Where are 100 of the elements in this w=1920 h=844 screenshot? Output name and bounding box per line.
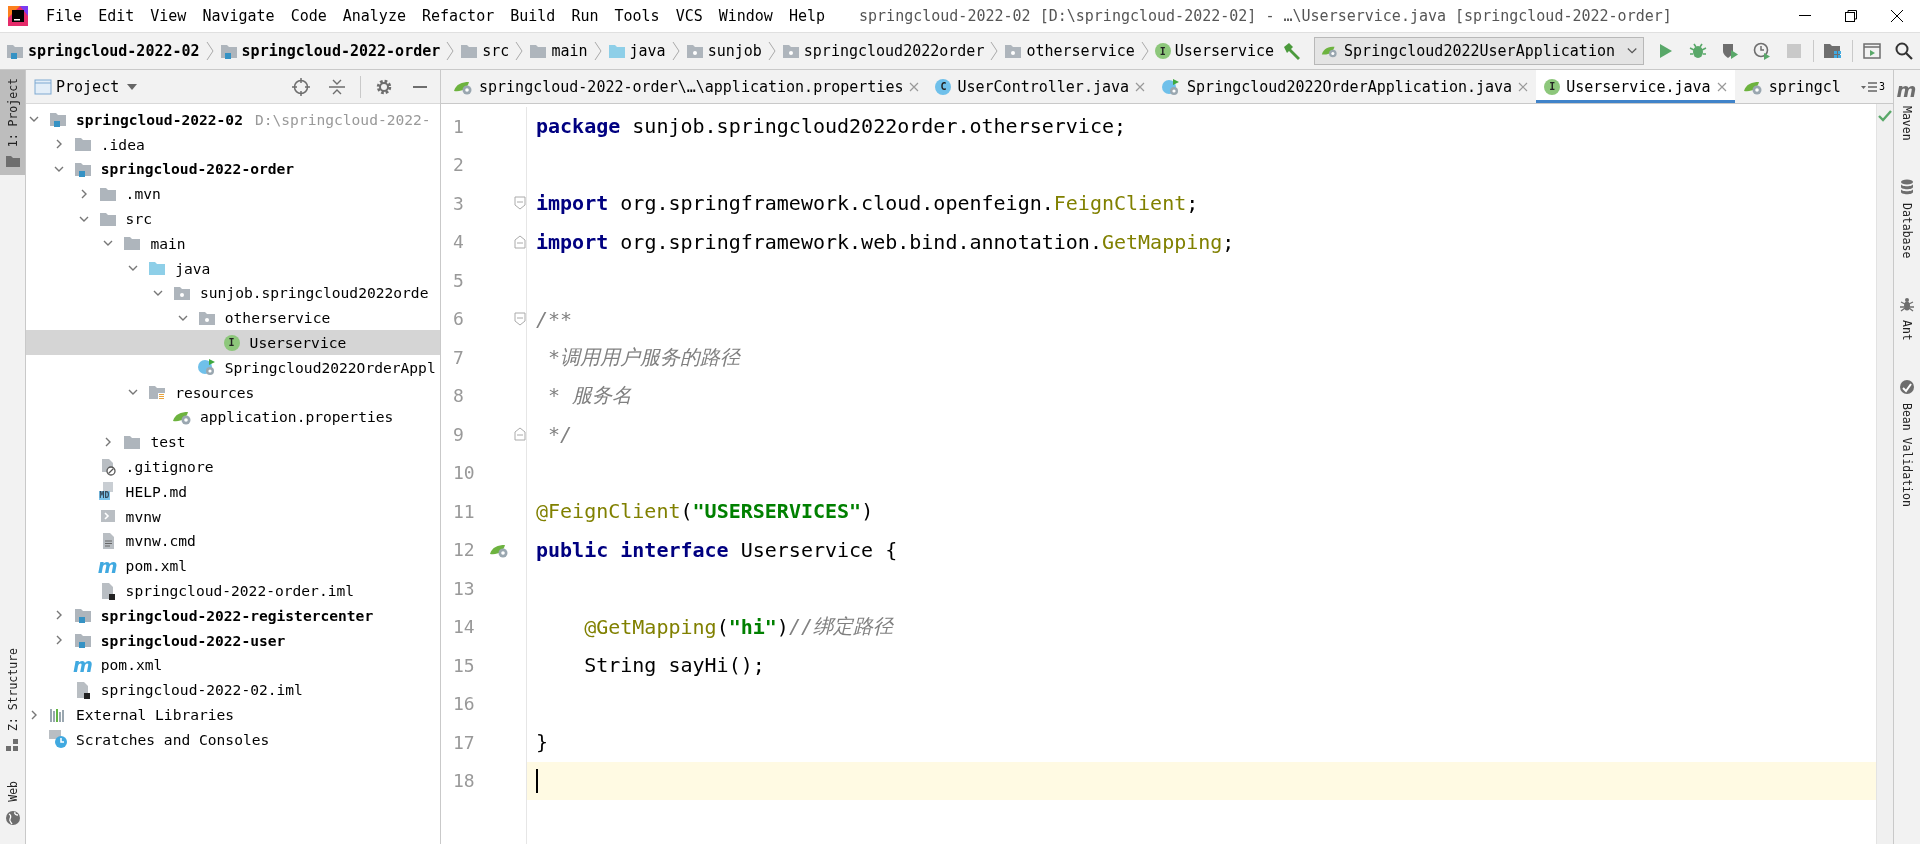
menu-item[interactable]: Navigate — [194, 7, 283, 25]
close-icon[interactable] — [909, 81, 920, 92]
caret-icon — [1627, 47, 1638, 55]
run-configuration-dropdown[interactable]: Springcloud2022UserApplication — [1314, 37, 1645, 65]
tool-window-tab[interactable]: Bean Validation — [1894, 370, 1919, 515]
tool-window-tab[interactable]: Z: Structure — [0, 640, 25, 760]
menu-item[interactable]: Code — [282, 7, 335, 25]
line-number: 8 — [452, 385, 465, 407]
run-icon — [1659, 43, 1674, 59]
menu-item[interactable]: File — [38, 7, 91, 25]
menu-item[interactable]: Analyze — [334, 7, 414, 25]
tool-window-tab[interactable]: Database — [1894, 170, 1919, 266]
tree-item[interactable]: src — [26, 206, 440, 231]
tree-item[interactable]: springcloud-2022-02 D:\springcloud-2022- — [26, 107, 440, 132]
tree-item[interactable]: mvnw — [26, 503, 440, 529]
code-line: */ — [547, 421, 574, 449]
line-number: 17 — [452, 731, 476, 753]
menu-item[interactable]: Run — [563, 7, 607, 25]
tree-item[interactable]: m pom.xml — [26, 553, 440, 579]
breadcrumb[interactable]: springcloud-2022-02 — [4, 42, 202, 60]
tree-item[interactable]: main — [26, 231, 440, 256]
package-icon — [685, 43, 704, 59]
tool-window-tab[interactable]: Ant — [1894, 288, 1919, 349]
tree-item[interactable]: .mvn — [26, 181, 440, 207]
line-number: 2 — [452, 154, 465, 176]
package-icon — [197, 309, 216, 326]
tree-item[interactable]: java — [26, 255, 440, 281]
package-icon — [781, 43, 800, 59]
tree-item[interactable]: .gitignore — [26, 454, 440, 479]
menu-item[interactable]: Refactor — [413, 7, 503, 25]
tree-item[interactable]: springcloud-2022-order.iml — [26, 578, 440, 603]
close-icon[interactable] — [1518, 81, 1529, 92]
menu-item[interactable]: Edit — [90, 7, 143, 25]
tree-item[interactable]: springcloud-2022-user — [26, 627, 440, 653]
tree-item[interactable]: application.properties — [26, 404, 440, 430]
menu-item[interactable]: View — [142, 7, 195, 25]
breadcrumb[interactable]: otherservice — [1002, 42, 1137, 60]
editor-tab[interactable]: I Userservice.java — [1536, 70, 1735, 103]
caret-icon — [127, 83, 138, 90]
folder-icon — [123, 433, 142, 450]
breadcrumb[interactable]: java — [605, 42, 668, 60]
window-run-icon — [1863, 43, 1881, 59]
tree-item[interactable]: otherservice — [26, 305, 440, 331]
folder-icon — [73, 136, 92, 153]
tree-item[interactable]: .idea — [26, 131, 440, 157]
tree-item[interactable]: Scratches and Consoles — [26, 726, 440, 752]
folder-icon — [5, 155, 20, 168]
minimize-icon — [1799, 15, 1811, 17]
folder-icon — [460, 43, 479, 59]
editor-tab[interactable]: springcloud-2022-order\…\application.properties — [445, 70, 928, 103]
tree-item[interactable]: resources — [26, 379, 440, 405]
separator-icon — [514, 40, 525, 62]
breadcrumb[interactable]: springcloud2022order — [779, 42, 987, 60]
menu-item[interactable]: VCS — [667, 7, 711, 25]
close-icon[interactable] — [1135, 81, 1146, 92]
close-icon[interactable] — [1716, 81, 1727, 92]
tool-window-tab[interactable]: m Maven — [1894, 74, 1919, 149]
path-hint: D:\springcloud-2022- — [254, 110, 431, 128]
menu-item[interactable]: Build — [502, 7, 564, 25]
source-folder-icon — [148, 260, 167, 277]
interface-icon: I — [223, 334, 240, 351]
line-number: 16 — [452, 693, 476, 715]
separator-icon — [670, 40, 681, 62]
bug-icon — [1689, 42, 1708, 60]
breadcrumb[interactable]: src — [458, 42, 512, 60]
tab-list-button[interactable]: 3 — [1852, 70, 1893, 103]
tree-item[interactable]: sunjob.springcloud2022orde — [26, 280, 440, 306]
tool-window-tab[interactable]: 1: Project — [0, 70, 25, 176]
code-line: String sayHi(); — [583, 652, 766, 680]
ant-icon — [1898, 296, 1915, 312]
editor-tab[interactable]: springcl — [1734, 70, 1849, 103]
stop-icon — [1787, 44, 1802, 58]
menu-item[interactable]: Tools — [606, 7, 668, 25]
tool-window-tab[interactable]: Web — [0, 773, 25, 834]
tree-item[interactable]: mvnw.cmd — [26, 528, 440, 554]
code-line: /** — [535, 305, 574, 333]
tree-item[interactable]: springcloud-2022-registercenter — [26, 602, 440, 628]
tree-item[interactable]: m pom.xml — [26, 652, 440, 678]
breadcrumb[interactable]: springcloud-2022-order — [217, 42, 443, 60]
list-icon — [1860, 81, 1877, 92]
tree-item[interactable]: test — [26, 429, 440, 455]
tree-item[interactable]: Springcloud2022OrderAppl — [26, 354, 440, 380]
menu-item[interactable]: Help — [780, 7, 834, 25]
menu-item[interactable]: Window — [710, 7, 781, 25]
editor-tab[interactable]: C UserController.java — [927, 70, 1154, 103]
tree-item[interactable]: MD HELP.md — [26, 478, 440, 504]
tree-item[interactable]: I Userservice — [26, 330, 440, 355]
tree-item[interactable]: springcloud-2022-order — [26, 156, 440, 182]
tree-item[interactable]: External Libraries — [26, 702, 440, 727]
editor-tab[interactable]: Springcloud2022OrderApplication.java — [1153, 70, 1537, 103]
breadcrumb[interactable]: I Userservice — [1152, 42, 1277, 60]
tree-item[interactable]: springcloud-2022-02.iml — [26, 677, 440, 703]
separator-icon — [766, 40, 777, 62]
project-view-dropdown[interactable]: Project — [56, 77, 138, 96]
breadcrumb[interactable]: sunjob — [683, 42, 764, 60]
module-folder-icon — [49, 111, 67, 128]
code-line: import org.springframework.web.bind.annotation.GetMapping; — [535, 228, 1236, 256]
crosshair-icon — [292, 77, 310, 96]
line-number: 12 — [452, 539, 476, 561]
breadcrumb[interactable]: main — [527, 42, 590, 60]
